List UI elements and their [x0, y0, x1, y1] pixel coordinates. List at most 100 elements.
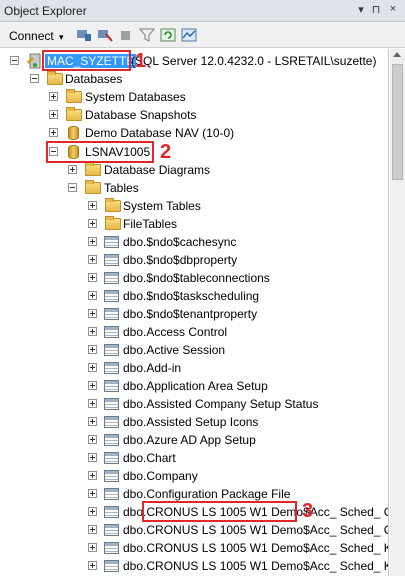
tree-node-tables[interactable]: Tables	[0, 179, 388, 197]
object-explorer-tree[interactable]: MAC_SYZETTE (SQL Server 12.0.4232.0 - LS…	[0, 49, 389, 576]
table-row[interactable]: dbo.Assisted Setup Icons	[0, 413, 388, 431]
table-icon	[104, 344, 119, 356]
expand-icon[interactable]	[68, 165, 77, 174]
table-name: dbo.CRONUS LS 1005 W1 Demo$Acc_ Sched_ K…	[123, 559, 388, 573]
expand-icon[interactable]	[88, 525, 97, 534]
server-details: (SQL Server 12.0.4232.0 - LSRETAIL\suzet…	[131, 54, 377, 68]
table-row[interactable]: dbo.$ndo$cachesync	[0, 233, 388, 251]
expand-icon[interactable]	[88, 237, 97, 246]
scroll-up-icon[interactable]	[393, 52, 401, 57]
table-name: dbo.$ndo$taskscheduling	[123, 289, 260, 303]
tree-node-database-diagrams[interactable]: Database Diagrams	[0, 161, 388, 179]
expand-icon[interactable]	[88, 327, 97, 336]
expand-icon[interactable]	[88, 273, 97, 282]
expand-icon[interactable]	[88, 399, 97, 408]
tree-node-database-snapshots[interactable]: Database Snapshots	[0, 106, 388, 124]
expand-icon[interactable]	[88, 201, 97, 210]
refresh-icon[interactable]	[160, 28, 176, 42]
annotation-box-1	[42, 50, 131, 71]
close-icon[interactable]: ×	[386, 3, 400, 15]
collapse-icon[interactable]	[30, 74, 39, 83]
table-icon	[104, 290, 119, 302]
table-name: dbo.Company	[123, 469, 198, 483]
annotation-number-2: 2	[160, 141, 172, 163]
tree-node-filetables[interactable]: FileTables	[0, 215, 388, 233]
table-name: dbo.Chart	[123, 451, 176, 465]
table-name: dbo.$ndo$cachesync	[123, 235, 237, 249]
table-name: dbo.$ndo$tableconnections	[123, 271, 270, 285]
connect-label: Connect	[9, 29, 54, 43]
annotation-box-3	[142, 501, 297, 522]
tree-node-system-databases[interactable]: System Databases	[0, 88, 388, 106]
expand-icon[interactable]	[88, 363, 97, 372]
table-row[interactable]: dbo.Application Area Setup	[0, 377, 388, 395]
expand-icon[interactable]	[88, 435, 97, 444]
table-icon	[104, 434, 119, 446]
tree-node-label: Demo Database NAV (10-0)	[85, 126, 235, 140]
filter-icon[interactable]	[139, 28, 155, 42]
table-name: dbo.$ndo$tenantproperty	[123, 307, 258, 321]
table-row[interactable]: dbo.$ndo$tenantproperty	[0, 305, 388, 323]
collapse-icon[interactable]	[68, 183, 77, 192]
table-row[interactable]: dbo.CRONUS LS 1005 W1 Demo$Acc_ Sched_ K…	[0, 539, 388, 557]
expand-icon[interactable]	[88, 381, 97, 390]
table-name: dbo.Azure AD App Setup	[123, 433, 256, 447]
table-icon	[104, 326, 119, 338]
stop-icon[interactable]	[118, 28, 134, 42]
expand-icon[interactable]	[88, 291, 97, 300]
expand-icon[interactable]	[49, 110, 58, 119]
table-row[interactable]: dbo.$ndo$dbproperty	[0, 251, 388, 269]
collapse-icon[interactable]	[10, 56, 19, 65]
expand-icon[interactable]	[88, 219, 97, 228]
folder-icon	[105, 216, 121, 230]
expand-icon[interactable]	[88, 255, 97, 264]
tree-node-system-tables[interactable]: System Tables	[0, 197, 388, 215]
expand-icon[interactable]	[88, 453, 97, 462]
panel-title: Object Explorer	[4, 4, 87, 18]
table-icon	[104, 254, 119, 266]
vertical-scrollbar[interactable]	[390, 49, 405, 576]
table-icon	[104, 524, 119, 536]
expand-icon[interactable]	[88, 417, 97, 426]
table-icon	[104, 452, 119, 464]
table-row[interactable]: dbo.Add-in	[0, 359, 388, 377]
table-row[interactable]: dbo.CRONUS LS 1005 W1 Demo$Acc_ Sched_ C…	[0, 521, 388, 539]
table-row[interactable]: dbo.Company	[0, 467, 388, 485]
table-row[interactable]: dbo.$ndo$taskscheduling	[0, 287, 388, 305]
expand-icon[interactable]	[88, 543, 97, 552]
tree-node-databases[interactable]: Databases	[0, 70, 388, 88]
tree-node-label: FileTables	[123, 217, 178, 231]
table-name: dbo.Assisted Setup Icons	[123, 415, 259, 429]
expand-icon[interactable]	[88, 309, 97, 318]
connect-object-explorer-icon[interactable]	[76, 28, 92, 42]
expand-icon[interactable]	[49, 128, 58, 137]
expand-icon[interactable]	[88, 507, 97, 516]
table-row[interactable]: dbo.Assisted Company Setup Status	[0, 395, 388, 413]
table-icon	[104, 380, 119, 392]
pin-icon[interactable]: ⊓	[369, 3, 383, 16]
table-row[interactable]: dbo.Active Session	[0, 341, 388, 359]
tree-node-demo-database[interactable]: Demo Database NAV (10-0)	[0, 124, 388, 142]
expand-icon[interactable]	[88, 345, 97, 354]
window-position-icon[interactable]: ▾	[354, 3, 368, 16]
disconnect-icon[interactable]	[97, 28, 113, 42]
table-name: dbo.CRONUS LS 1005 W1 Demo$Acc_ Sched_ C…	[123, 523, 388, 537]
expand-icon[interactable]	[88, 561, 97, 570]
expand-icon[interactable]	[49, 92, 58, 101]
table-name: dbo.Add-in	[123, 361, 182, 375]
table-row[interactable]: dbo.$ndo$tableconnections	[0, 269, 388, 287]
scrollbar-thumb[interactable]	[392, 64, 403, 180]
table-icon	[104, 560, 119, 572]
table-icon	[104, 488, 119, 500]
server-icon	[27, 53, 41, 69]
table-row[interactable]: dbo.CRONUS LS 1005 W1 Demo$Acc_ Sched_ K…	[0, 557, 388, 575]
expand-icon[interactable]	[88, 489, 97, 498]
connect-button[interactable]: Connect ▾	[9, 29, 64, 43]
table-row[interactable]: dbo.Chart	[0, 449, 388, 467]
activity-monitor-icon[interactable]	[181, 28, 197, 42]
table-row[interactable]: dbo.Access Control	[0, 323, 388, 341]
object-explorer-titlebar: Object Explorer ▾ ⊓ ×	[0, 0, 405, 22]
expand-icon[interactable]	[88, 471, 97, 480]
annotation-number-3: 3	[302, 500, 314, 522]
table-row[interactable]: dbo.Azure AD App Setup	[0, 431, 388, 449]
